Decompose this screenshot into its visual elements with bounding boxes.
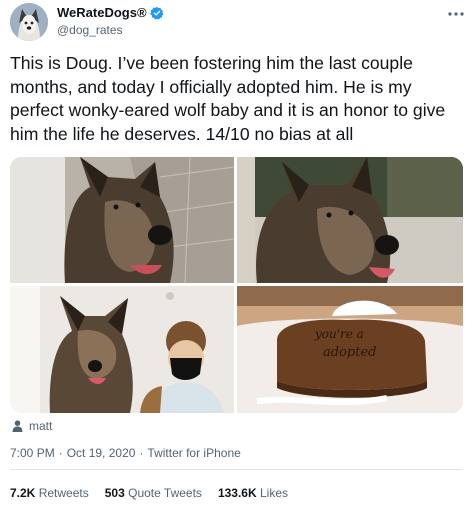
photo-adoption-cake[interactable]: you're a adopted (237, 286, 463, 413)
dog-avatar-image (10, 3, 48, 41)
retweets-stat[interactable]: 7.2K Retweets (10, 486, 89, 500)
photo-dog-closeup-2[interactable] (237, 157, 463, 283)
media-tag[interactable]: matt (12, 419, 52, 433)
meta-separator: · (58, 446, 63, 460)
tweet-date[interactable]: Oct 19, 2020 (67, 446, 136, 460)
media-grid[interactable]: you're a adopted (10, 157, 463, 413)
quotes-count: 503 (104, 486, 125, 500)
photo-dog-closeup-1[interactable] (10, 157, 234, 283)
retweets-count: 7.2K (10, 486, 36, 500)
divider (10, 469, 463, 470)
tagged-user[interactable]: matt (29, 419, 52, 433)
likes-stat[interactable]: 133.6K Likes (218, 486, 288, 500)
account-name[interactable]: WeRateDogs® (57, 5, 147, 20)
quotes-label: Quote Tweets (128, 486, 202, 500)
cake-text-line-2: adopted (323, 345, 376, 360)
photo-dog-with-person[interactable] (10, 286, 234, 413)
likes-label: Likes (259, 486, 288, 500)
more-dots-icon[interactable] (448, 5, 464, 20)
retweets-label: Retweets (38, 486, 89, 500)
account-name-row[interactable]: WeRateDogs® (57, 5, 164, 20)
verified-badge-icon (149, 6, 163, 20)
avatar[interactable] (10, 3, 48, 41)
meta-separator: · (139, 446, 144, 460)
person-icon (12, 420, 23, 432)
tweet-text: This is Doug. I’ve been fostering him th… (10, 53, 446, 144)
tweet-stats: 7.2K Retweets 503 Quote Tweets 133.6K Li… (10, 486, 288, 500)
account-handle[interactable]: @dog_rates (57, 23, 123, 37)
cake-text-line-1: you're a (314, 327, 364, 341)
tweet-source[interactable]: Twitter for iPhone (147, 446, 240, 460)
tweet-meta: 7:00 PM · Oct 19, 2020 · Twitter for iPh… (10, 446, 241, 460)
likes-count: 133.6K (217, 486, 257, 500)
quote-tweets-stat[interactable]: 503 Quote Tweets (105, 486, 202, 500)
tweet-time[interactable]: 7:00 PM (10, 446, 55, 460)
